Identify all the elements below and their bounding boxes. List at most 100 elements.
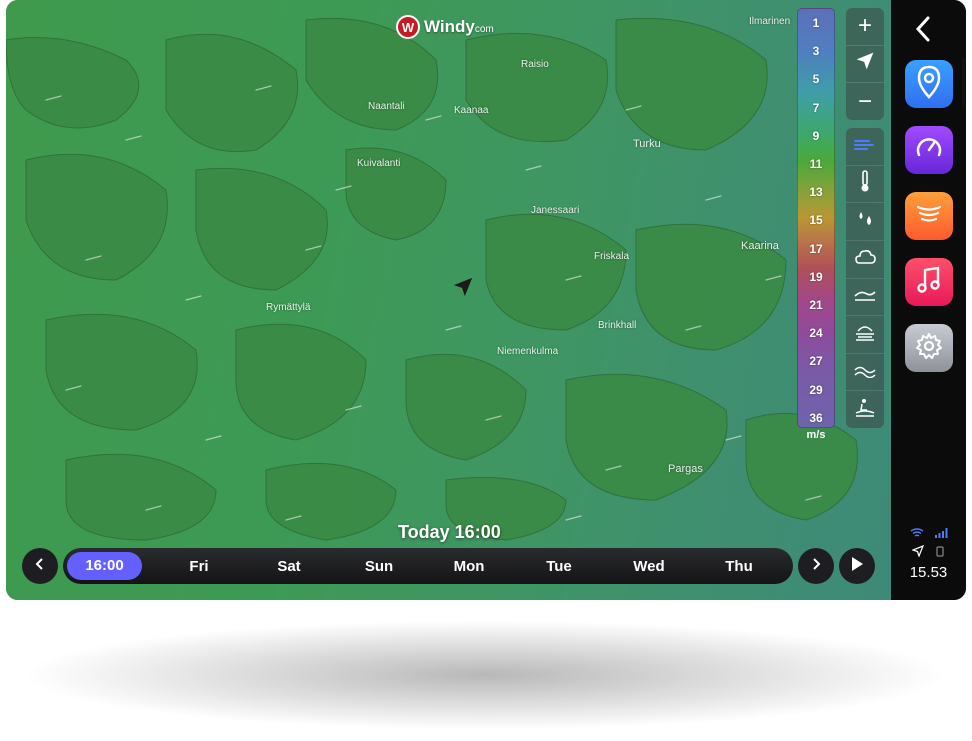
settings-app-button[interactable] (905, 324, 953, 372)
speedometer-app-button[interactable] (905, 126, 953, 174)
legend-value: 27 (809, 354, 823, 369)
legend-unit: m/s (806, 429, 826, 441)
town-label: Brinkhall (598, 320, 637, 331)
wave-icon (853, 286, 877, 307)
legend-value: 19 (809, 269, 823, 284)
my-location-button[interactable] (846, 46, 884, 84)
town-label: Kaarina (741, 240, 779, 252)
music-app-button[interactable] (905, 258, 953, 306)
legend-value: 13 (809, 185, 823, 200)
town-label: Pargas (668, 463, 703, 475)
speedometer-icon (914, 133, 944, 168)
location-arrow-icon (452, 276, 474, 303)
windy-logo: W Windycom (396, 15, 494, 39)
chevron-right-icon (810, 557, 822, 576)
land-layer (6, 17, 858, 541)
music-note-icon (915, 265, 943, 300)
rain-layer-button[interactable] (846, 203, 884, 241)
radio-app-button[interactable] (905, 192, 953, 240)
timeline-day[interactable]: Tue (514, 558, 604, 575)
temperature-layer-button[interactable] (846, 166, 884, 204)
clock: 15.53 (909, 564, 948, 581)
current-time-label: Today 16:00 (398, 522, 501, 542)
back-button[interactable] (913, 14, 933, 52)
windy-logo-mark: W (396, 15, 420, 39)
town-label: Niemenkulma (497, 346, 559, 357)
town-label: Turku (633, 138, 661, 150)
zoom-out-button[interactable]: − (846, 83, 884, 120)
forecast-timeline[interactable]: 16:00 Fri Sat Sun Mon Tue Wed Thu (63, 548, 793, 584)
wind-map[interactable]: Ilmarinen Raisio Naantali Kaanaa Turku K… (6, 0, 891, 600)
wind-icon (853, 136, 877, 157)
gear-icon (914, 331, 944, 366)
legend-value: 5 (812, 72, 820, 87)
timeline-day[interactable]: Mon (424, 558, 514, 575)
fog-layer-button[interactable] (846, 316, 884, 354)
town-label: Raisio (521, 59, 549, 70)
clouds-layer-button[interactable] (846, 241, 884, 279)
logo-name: Windy (424, 17, 475, 36)
wind-layer-button[interactable] (846, 128, 884, 166)
timeline-prev-button[interactable] (22, 548, 58, 584)
logo-suffix: com (474, 24, 494, 35)
connectivity-row (891, 528, 966, 541)
play-icon (850, 556, 864, 577)
legend-value: 11 (809, 157, 823, 172)
navigation-status-icon (910, 544, 924, 560)
device-screen: Ilmarinen Raisio Naantali Kaanaa Turku K… (6, 0, 966, 600)
timeline-day[interactable]: Wed (604, 558, 694, 575)
town-label: Naantali (368, 101, 405, 112)
waves-layer-button[interactable] (846, 279, 884, 317)
town-label: Rymättylä (266, 302, 311, 313)
legend-value: 24 (809, 326, 823, 341)
legend-value: 3 (812, 44, 820, 59)
play-button[interactable] (839, 548, 875, 584)
phone-status-icon (934, 545, 946, 560)
town-label: Friskala (594, 251, 630, 262)
surfer-icon (853, 397, 877, 422)
timeline-day[interactable]: Thu (694, 558, 784, 575)
navigation-arrow-icon (855, 50, 875, 78)
timeline-day[interactable]: Fri (154, 558, 244, 575)
maps-app-button[interactable] (905, 60, 953, 108)
legend-value: 17 (809, 241, 823, 256)
timeline-day-current[interactable]: 16:00 (67, 552, 142, 580)
windy-logo-text: Windycom (424, 17, 494, 37)
swell-icon (853, 362, 877, 383)
zoom-in-button[interactable]: + (846, 8, 884, 46)
wifi-icon (910, 528, 924, 541)
map-controls: + − (846, 8, 884, 120)
town-label: Ilmarinen (749, 16, 791, 27)
legend-value: 21 (809, 298, 823, 313)
legend-value: 36 (809, 410, 823, 425)
legend-value: 15 (809, 213, 823, 228)
device-row (891, 544, 966, 560)
legend-value: 29 (809, 382, 823, 397)
fog-icon (853, 323, 877, 346)
thermometer-icon (858, 169, 872, 198)
timeline-day[interactable]: Sat (244, 558, 334, 575)
wind-speed-legend: 1 3 5 7 9 11 13 15 17 19 21 24 27 29 36 (797, 8, 835, 428)
town-label: Kaanaa (454, 105, 489, 116)
timeline-day[interactable]: Sun (334, 558, 424, 575)
swell-layer-button[interactable] (846, 354, 884, 392)
text-cursor-bar (962, 58, 965, 108)
surf-layer-button[interactable] (846, 391, 884, 428)
chevron-back-icon (913, 16, 933, 51)
map-pin-icon (915, 65, 943, 104)
town-label: Janessaari (531, 205, 580, 216)
device-shadow (20, 620, 950, 730)
raindrops-icon (854, 208, 876, 235)
legend-value: 7 (812, 100, 820, 115)
radio-waves-icon (914, 201, 944, 232)
layer-picker (846, 128, 884, 428)
chevron-left-icon (34, 557, 46, 576)
cloud-icon (853, 248, 877, 271)
legend-value: 1 (812, 16, 820, 30)
status-area: 15.53 (891, 528, 966, 581)
legend-value: 9 (812, 128, 820, 143)
town-label: Kuivalanti (357, 158, 401, 169)
timeline-next-button[interactable] (798, 548, 834, 584)
car-dock-sidebar: 15.53 (891, 0, 966, 600)
signal-bars-icon (934, 528, 948, 541)
